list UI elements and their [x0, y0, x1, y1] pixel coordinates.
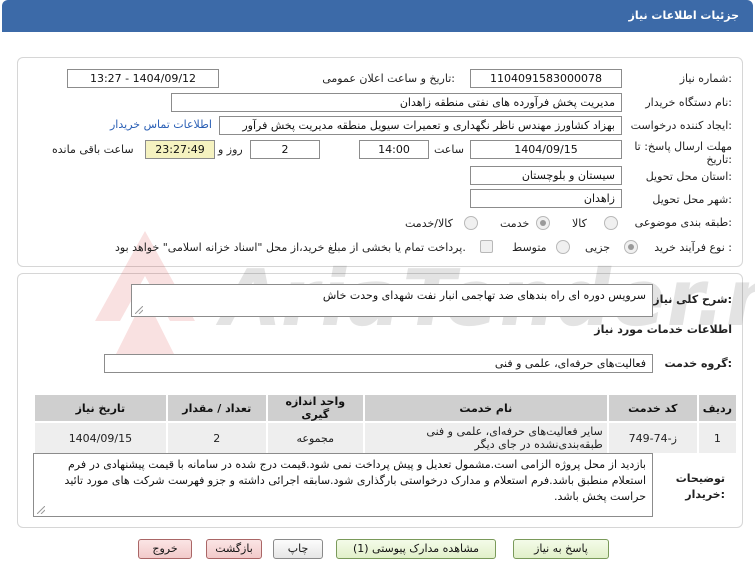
process-option-medium: متوسط: [512, 241, 547, 254]
cell-row: 1: [696, 421, 739, 455]
table-row: 1 ز-74-749 سایر فعالیت‌های حرفه‌ای، علمی…: [33, 421, 739, 455]
exit-button[interactable]: خروج: [138, 539, 192, 559]
deadline-label-date: تاریخ:: [706, 153, 732, 166]
buyer-contact-link[interactable]: اطلاعات تماس خریدار: [110, 118, 212, 131]
col-row: ردیف: [696, 393, 739, 423]
cell-need-date: 1404/09/15: [33, 421, 168, 455]
remaining-label: ساعت باقی مانده: [52, 143, 134, 156]
category-radio-goods[interactable]: [604, 216, 618, 230]
col-need-date: تاریخ نیاز: [33, 393, 168, 423]
cell-quantity: 2: [165, 421, 268, 455]
col-service-name: نام خدمت: [362, 393, 609, 423]
deadline-label: مهلت ارسال پاسخ: تا: [634, 140, 732, 153]
remaining-time-field: 23:27:49: [145, 140, 215, 159]
resize-grip-icon: [37, 506, 45, 514]
category-radio-service[interactable]: [536, 216, 550, 230]
creator-label: ایجاد کننده درخواست:: [630, 119, 732, 132]
city-field: زاهدان: [470, 189, 622, 208]
province-label: استان محل تحویل:: [645, 170, 732, 183]
need-number-label: شماره نیاز:: [679, 72, 732, 85]
city-label: شهر محل تحویل:: [652, 193, 732, 206]
announce-label: تاریخ و ساعت اعلان عمومی:: [322, 72, 455, 85]
deadline-time-field: 14:00: [359, 140, 429, 159]
days-field: 2: [250, 140, 320, 159]
summary-label: شرح کلی نیاز:: [653, 293, 732, 306]
print-button[interactable]: چاپ: [273, 539, 323, 559]
back-button[interactable]: بازگشت: [206, 539, 262, 559]
process-label: نوع فرآیند خرید :: [654, 241, 732, 254]
treasury-payment-checkbox[interactable]: [480, 240, 493, 253]
buyer-notes-text: بازدید از محل پروژه الزامی است.مشمول تعد…: [64, 458, 646, 503]
page-title: جزئیات اطلاعات نیاز: [628, 9, 740, 22]
resize-grip-icon: [135, 306, 143, 314]
service-group-label: گروه خدمت:: [664, 357, 732, 370]
services-table: ردیف کد خدمت نام خدمت واحد اندازه گیری ت…: [33, 393, 739, 455]
buyer-notes-label-2: خریدار:: [685, 488, 725, 501]
buyer-org-field: مدیریت پخش فرآورده های نفتی منطقه زاهدان: [171, 93, 622, 112]
cell-service-code: ز-74-749: [606, 421, 699, 455]
cell-unit: مجموعه: [265, 421, 365, 455]
category-radio-goods-service[interactable]: [464, 216, 478, 230]
reply-button[interactable]: پاسخ به نیاز: [513, 539, 609, 559]
col-quantity: تعداد / مقدار: [165, 393, 268, 423]
treasury-payment-note: پرداخت تمام یا بخشی از مبلغ خرید،از محل …: [115, 241, 466, 254]
deadline-time-label: ساعت: [434, 143, 464, 156]
need-number-field: 1104091583000078: [470, 69, 622, 88]
title-bar: جزئیات اطلاعات نیاز: [2, 0, 753, 32]
buyer-notes-field: بازدید از محل پروژه الزامی است.مشمول تعد…: [33, 453, 653, 517]
buyer-org-label: نام دستگاه خریدار:: [645, 96, 732, 109]
province-field: سیستان و بلوچستان: [470, 166, 622, 185]
table-header-row: ردیف کد خدمت نام خدمت واحد اندازه گیری ت…: [33, 393, 739, 423]
category-option-goods: کالا: [572, 217, 587, 230]
services-section-title: اطلاعات خدمات مورد نیاز: [594, 323, 732, 336]
service-group-field: فعالیت‌های حرفه‌ای، علمی و فنی: [104, 354, 653, 373]
summary-field: سرویس دوره ای راه بندهای ضد تهاجمی انبار…: [131, 284, 653, 317]
details-panel: [17, 57, 743, 267]
process-radio-medium[interactable]: [556, 240, 570, 254]
deadline-date-field: 1404/09/15: [470, 140, 622, 159]
creator-field: بهزاد کشاورز مهندس ناظر نگهداری و تعمیرا…: [219, 116, 622, 135]
process-radio-minor[interactable]: [624, 240, 638, 254]
col-service-code: کد خدمت: [606, 393, 699, 423]
announce-field: 1404/09/12 - 13:27: [67, 69, 219, 88]
view-attachments-button[interactable]: مشاهده مدارک پیوستی (1): [336, 539, 496, 559]
category-label: طبقه بندی موضوعی:: [634, 216, 732, 229]
category-option-goods-service: کالا/خدمت: [405, 217, 453, 230]
category-option-service: خدمت: [500, 217, 530, 230]
summary-text: سرویس دوره ای راه بندهای ضد تهاجمی انبار…: [322, 289, 646, 302]
col-unit: واحد اندازه گیری: [265, 393, 365, 423]
process-option-minor: جزیی: [585, 241, 611, 254]
days-label: روز و: [218, 143, 243, 156]
buyer-notes-label: توضیحات: [675, 472, 725, 485]
cell-service-name: سایر فعالیت‌های حرفه‌ای، علمی و فنی طبقه…: [362, 421, 609, 455]
